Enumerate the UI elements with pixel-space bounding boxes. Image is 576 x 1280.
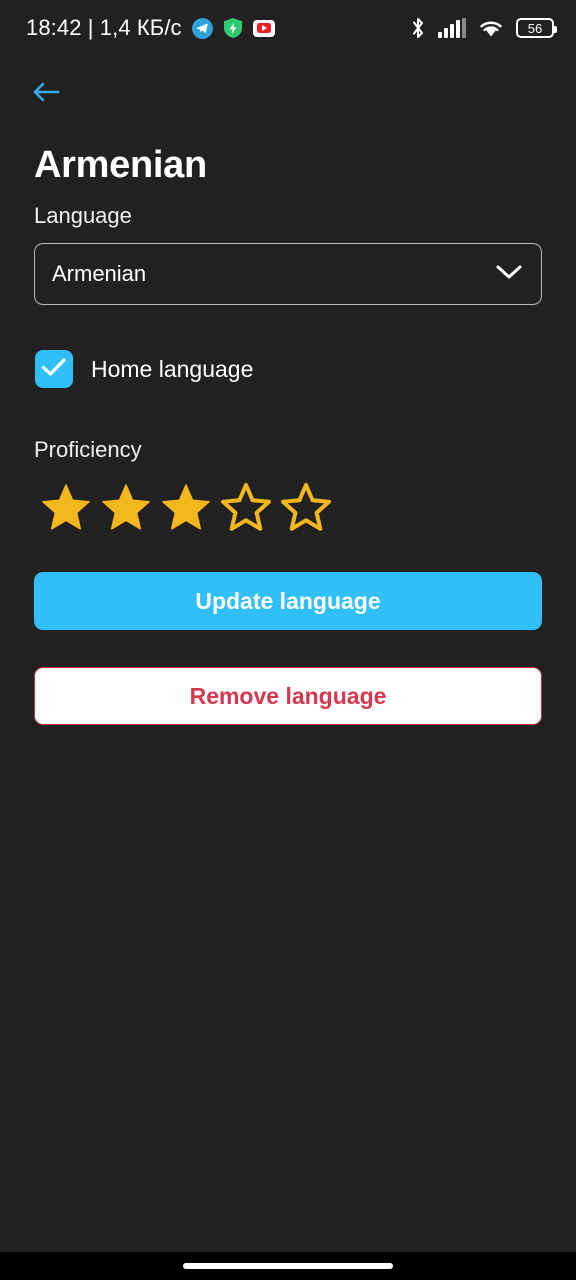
bluetooth-icon: [410, 16, 426, 40]
system-navigation-bar: [0, 1252, 576, 1280]
cellular-signal-icon: [438, 18, 466, 38]
status-bar-left: 18:42 | 1,4 КБ/с: [26, 15, 275, 41]
gesture-home-pill[interactable]: [183, 1263, 393, 1269]
remove-language-button[interactable]: Remove language: [34, 667, 542, 725]
status-bar: 18:42 | 1,4 КБ/с 56: [0, 0, 576, 56]
star-filled-icon[interactable]: [100, 482, 152, 534]
battery-indicator: 56: [516, 18, 557, 38]
star-filled-icon[interactable]: [40, 482, 92, 534]
star-outline-icon[interactable]: [280, 482, 332, 534]
telegram-icon: [191, 17, 213, 39]
home-language-row[interactable]: Home language: [35, 350, 253, 388]
status-bar-right: 56: [410, 16, 557, 40]
language-select[interactable]: Armenian: [34, 243, 542, 305]
chevron-down-icon: [495, 263, 523, 286]
wifi-icon: [478, 18, 504, 39]
home-language-label: Home language: [91, 355, 254, 382]
language-field-label: Language: [34, 203, 132, 228]
youtube-icon: [252, 19, 275, 37]
battery-percent-label: 56: [527, 20, 543, 36]
checkmark-icon: [41, 357, 67, 382]
star-filled-icon[interactable]: [160, 482, 212, 534]
status-clock-traffic: 18:42 | 1,4 КБ/с: [26, 15, 182, 40]
home-language-checkbox[interactable]: [35, 350, 73, 388]
language-select-value: Armenian: [52, 261, 147, 286]
shield-icon: [223, 17, 243, 39]
star-outline-icon[interactable]: [220, 482, 272, 534]
back-button[interactable]: [24, 74, 68, 114]
back-arrow-icon: [32, 80, 60, 109]
update-language-button[interactable]: Update language: [34, 572, 542, 630]
proficiency-star-rating[interactable]: [40, 482, 332, 534]
app-screen: 18:42 | 1,4 КБ/с 56 Armenian Language Ar…: [0, 0, 576, 1280]
page-title: Armenian: [34, 144, 207, 186]
proficiency-label: Proficiency: [34, 437, 142, 462]
